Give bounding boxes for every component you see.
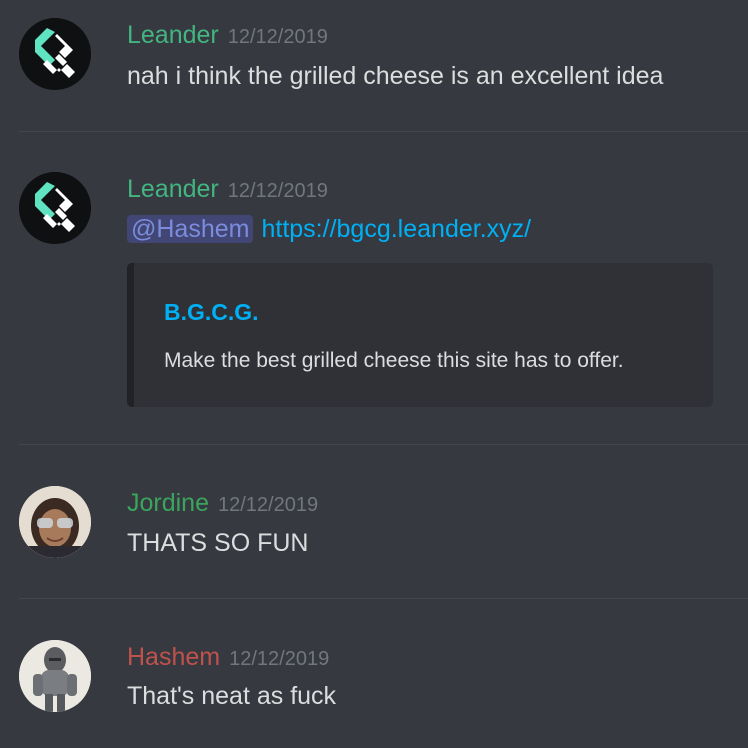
message-divider xyxy=(19,444,748,445)
leander-avatar[interactable] xyxy=(19,172,91,244)
author-name[interactable]: Hashem 12/12/2019 xyxy=(127,642,329,674)
timestamp: 12/12/2019 xyxy=(218,494,319,516)
author-label[interactable]: Jordine xyxy=(127,489,209,517)
timestamp: 12/12/2019 xyxy=(227,180,328,202)
author-name[interactable]: Leander 12/12/2019 xyxy=(127,174,328,206)
hashem-avatar[interactable] xyxy=(19,640,91,712)
message-text: That's neat as fuck xyxy=(127,682,337,710)
jordine-avatar[interactable] xyxy=(19,486,91,558)
message-text: @Hashem https://bgcg.leander.xyz/ xyxy=(127,213,531,245)
author-name[interactable]: Jordine 12/12/2019 xyxy=(127,488,318,520)
leander-logo-icon xyxy=(19,172,91,244)
leander-logo-icon xyxy=(19,18,91,90)
timestamp: 12/12/2019 xyxy=(229,648,330,670)
message-divider xyxy=(19,598,748,599)
message-divider xyxy=(19,131,748,132)
link-embed: B.G.C.G. Make the best grilled cheese th… xyxy=(127,263,713,407)
embed-description: Make the best grilled cheese this site h… xyxy=(164,349,624,372)
author-label[interactable]: Leander xyxy=(127,21,219,49)
hashem-armor-icon xyxy=(19,640,91,712)
author-label[interactable]: Leander xyxy=(127,175,219,203)
message-text: nah i think the grilled cheese is an exc… xyxy=(127,62,664,90)
timestamp: 12/12/2019 xyxy=(227,26,328,48)
message-link[interactable]: https://bgcg.leander.xyz/ xyxy=(261,215,531,243)
leander-avatar[interactable] xyxy=(19,18,91,90)
embed-title[interactable]: B.G.C.G. xyxy=(164,299,259,326)
author-label[interactable]: Hashem xyxy=(127,643,220,671)
jordine-photo-icon xyxy=(19,486,91,558)
message-text: THATS SO FUN xyxy=(127,529,309,557)
author-name[interactable]: Leander 12/12/2019 xyxy=(127,20,328,52)
user-mention[interactable]: @Hashem xyxy=(127,215,254,243)
